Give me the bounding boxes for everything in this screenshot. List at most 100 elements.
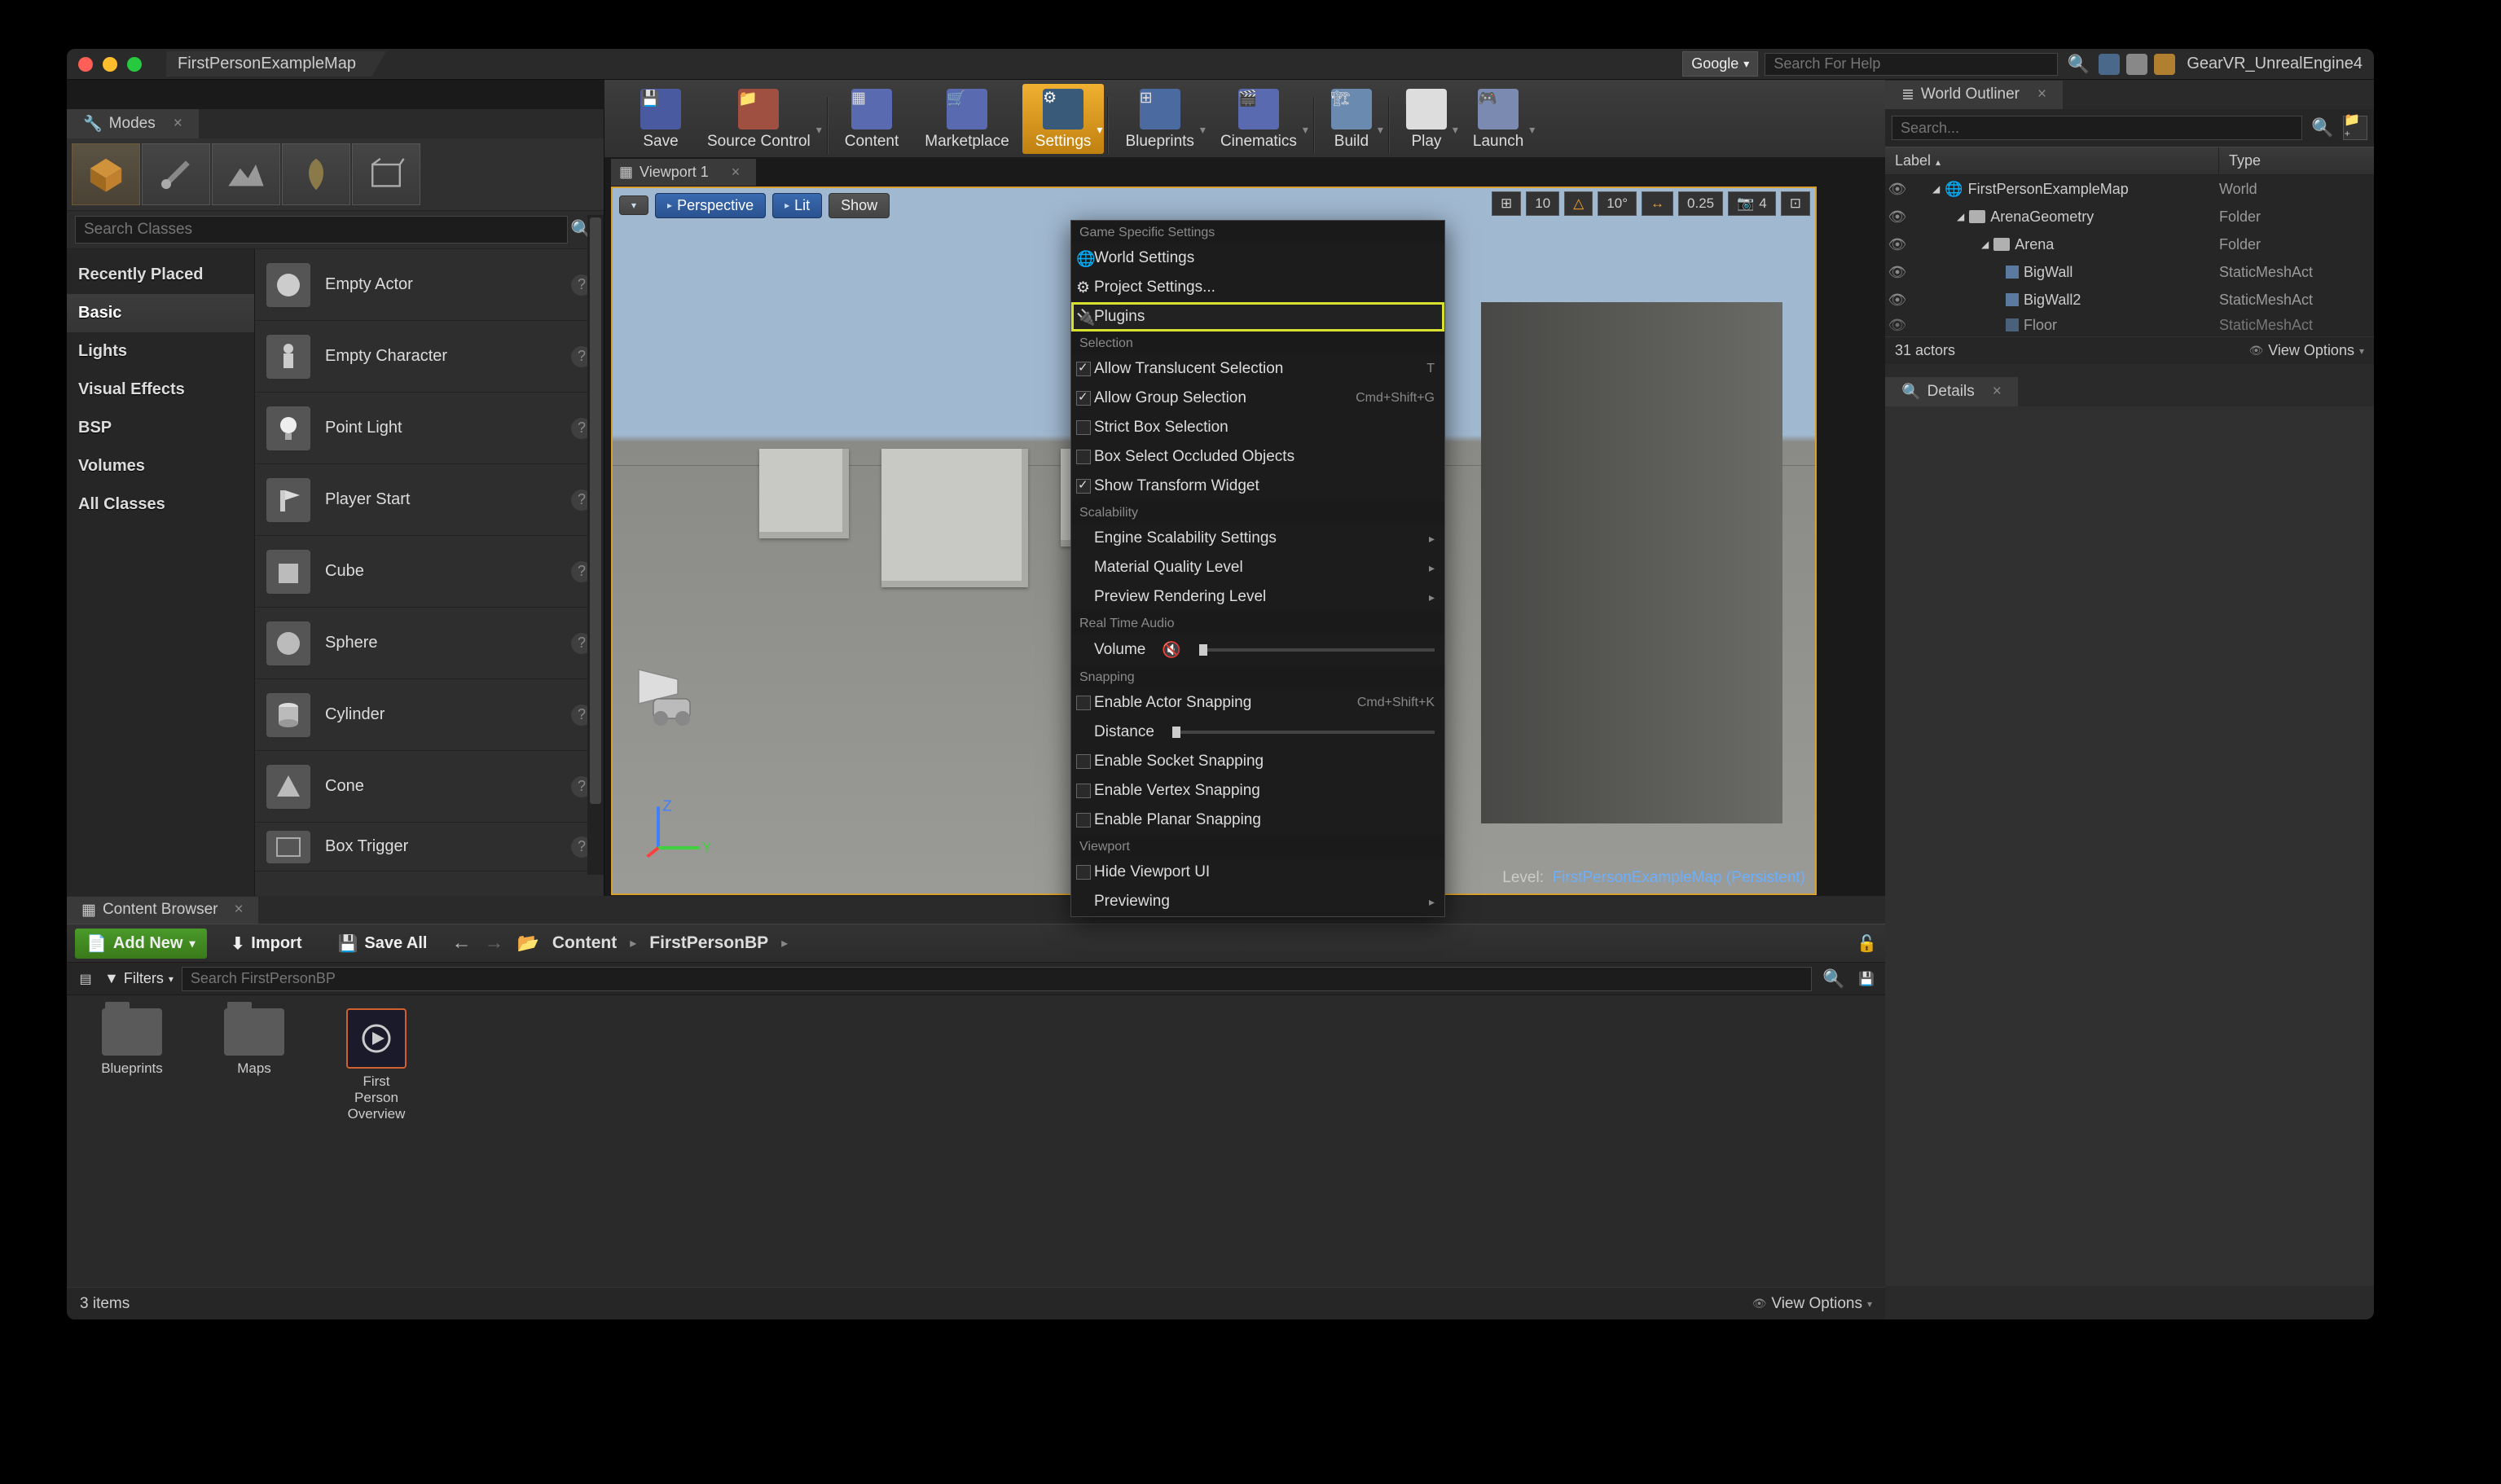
visibility-icon[interactable]: 👁 (1885, 292, 1910, 309)
cat-lights[interactable]: Lights (67, 332, 254, 371)
visibility-icon[interactable]: 👁 (1885, 236, 1910, 253)
outliner-row[interactable]: 👁◢ArenaGeometryFolder (1885, 203, 2374, 231)
actor-empty-character[interactable]: Empty Character? (255, 321, 604, 393)
outliner-row[interactable]: 👁BigWall2StaticMeshAct (1885, 286, 2374, 314)
mode-landscape[interactable] (212, 143, 280, 205)
menu-allow-translucent[interactable]: Allow Translucent SelectionT (1071, 354, 1444, 384)
viewport-perspective[interactable]: ▸Perspective (655, 193, 766, 218)
visibility-icon[interactable]: 👁 (1885, 181, 1910, 198)
menu-plugins[interactable]: 🔌Plugins (1071, 302, 1444, 331)
outliner-row[interactable]: 👁◢ArenaFolder (1885, 231, 2374, 258)
details-tab[interactable]: 🔍 Details × (1885, 377, 2018, 406)
cb-search-input[interactable] (182, 967, 1812, 991)
mode-place[interactable] (72, 143, 140, 205)
menu-allow-group[interactable]: Allow Group SelectionCmd+Shift+G (1071, 384, 1444, 413)
actor-cylinder[interactable]: Cylinder? (255, 679, 604, 751)
blueprints-button[interactable]: ⊞Blueprints▾ (1112, 84, 1207, 154)
expand-icon[interactable]: ◢ (1981, 239, 1989, 250)
outliner-header[interactable]: Label▴ Type (1885, 147, 2374, 175)
close-icon[interactable]: × (732, 164, 741, 181)
outliner-search-input[interactable] (1892, 116, 2302, 140)
breadcrumb-content[interactable]: Content (552, 933, 617, 953)
add-new-button[interactable]: 📄 Add New (75, 929, 207, 959)
source-icon[interactable] (2154, 54, 2175, 75)
viewport-show[interactable]: Show (829, 193, 890, 218)
close-icon[interactable]: × (234, 901, 243, 919)
search-classes-input[interactable] (75, 216, 568, 244)
play-button[interactable]: ▶Play▾ (1393, 84, 1460, 154)
viewport-options[interactable]: ▾ (619, 195, 648, 215)
settings-button[interactable]: ⚙Settings▾ (1022, 84, 1105, 154)
mode-paint[interactable] (142, 143, 210, 205)
view-options-button[interactable]: View Options (2248, 342, 2364, 359)
lock-icon[interactable]: 🔓 (1857, 933, 1877, 954)
minimize-window[interactable] (103, 57, 117, 72)
menu-preview-rendering[interactable]: Preview Rendering Level▸ (1071, 582, 1444, 612)
folder-icon[interactable]: 📂 (516, 933, 538, 954)
outliner-row[interactable]: 👁BigWallStaticMeshAct (1885, 258, 2374, 286)
filters-button[interactable]: ▼ Filters (104, 970, 174, 987)
cat-volumes[interactable]: Volumes (67, 447, 254, 485)
search-icon[interactable]: 🔍 (2064, 50, 2092, 78)
snap-grid-value[interactable]: 10 (1526, 191, 1559, 216)
scrollbar[interactable] (587, 215, 604, 875)
cat-visual-effects[interactable]: Visual Effects (67, 371, 254, 409)
snap-scale-toggle[interactable]: ↔ (1642, 191, 1673, 216)
save-search-icon[interactable]: 💾 (1856, 968, 1877, 990)
actor-sphere[interactable]: Sphere? (255, 608, 604, 679)
menu-engine-scalability[interactable]: Engine Scalability Settings▸ (1071, 524, 1444, 553)
visibility-icon[interactable]: 👁 (1885, 209, 1910, 226)
viewport-lit[interactable]: ▸Lit (772, 193, 822, 218)
outliner-row[interactable]: 👁FloorStaticMeshAct (1885, 314, 2374, 336)
snap-grid-toggle[interactable]: ⊞ (1492, 191, 1521, 216)
save-button[interactable]: 💾Save (627, 84, 694, 154)
expand-icon[interactable]: ◢ (1932, 183, 1940, 195)
actor-point-light[interactable]: Point Light? (255, 393, 604, 464)
breadcrumb-firstpersonbp[interactable]: FirstPersonBP (649, 933, 768, 953)
nav-back[interactable]: ← (451, 932, 471, 955)
actor-player-start[interactable]: Player Start? (255, 464, 604, 536)
search-icon[interactable]: 🔍 (2309, 114, 2336, 142)
sources-toggle[interactable]: ▤ (75, 968, 96, 990)
menu-vertex-snapping[interactable]: Enable Vertex Snapping (1071, 776, 1444, 806)
cat-recently-placed[interactable]: Recently Placed (67, 256, 254, 294)
help-search-input[interactable] (1765, 53, 2058, 76)
import-button[interactable]: ⬇ Import (220, 929, 314, 959)
notify-icon[interactable] (2099, 54, 2120, 75)
snap-angle-toggle[interactable]: △ (1564, 191, 1593, 216)
outliner-tab[interactable]: ≣ World Outliner × (1885, 81, 2063, 109)
actor-cube[interactable]: Cube? (255, 536, 604, 608)
mode-geometry[interactable] (352, 143, 420, 205)
menu-show-transform[interactable]: Show Transform Widget (1071, 472, 1444, 501)
menu-hide-viewport-ui[interactable]: Hide Viewport UI (1071, 858, 1444, 887)
close-icon[interactable]: × (174, 115, 182, 133)
cb-folder-maps[interactable]: Maps (205, 1008, 303, 1122)
cinematics-button[interactable]: 🎬Cinematics▾ (1207, 84, 1310, 154)
menu-project-settings[interactable]: ⚙Project Settings... (1071, 273, 1444, 302)
close-window[interactable] (78, 57, 93, 72)
content-browser-tab[interactable]: ▦ Content Browser × (67, 897, 258, 924)
cb-folder-blueprints[interactable]: Blueprints (83, 1008, 181, 1122)
actor-box-trigger[interactable]: Box Trigger? (255, 823, 604, 872)
marketplace-button[interactable]: 🛒Marketplace (912, 84, 1022, 154)
cat-basic[interactable]: Basic (67, 294, 254, 332)
menu-previewing[interactable]: Previewing▸ (1071, 887, 1444, 916)
modes-tab[interactable]: 🔧 Modes × (67, 109, 199, 138)
menu-box-occluded[interactable]: Box Select Occluded Objects (1071, 442, 1444, 472)
actor-cone[interactable]: Cone? (255, 751, 604, 823)
build-button[interactable]: 🏗Build▾ (1318, 84, 1385, 154)
mode-foliage[interactable] (282, 143, 350, 205)
save-all-button[interactable]: 💾 Save All (326, 929, 438, 959)
menu-planar-snapping[interactable]: Enable Planar Snapping (1071, 806, 1444, 835)
help-search-provider[interactable]: Google (1682, 51, 1758, 77)
content-button[interactable]: ▦Content (832, 84, 912, 154)
visibility-icon[interactable]: 👁 (1885, 317, 1910, 334)
close-icon[interactable]: × (2037, 86, 2046, 103)
view-options-button[interactable]: View Options (1752, 1295, 1872, 1313)
menu-volume[interactable]: Volume🔇 (1071, 634, 1444, 665)
expand-icon[interactable]: ◢ (1957, 211, 1964, 222)
visibility-icon[interactable]: 👁 (1885, 264, 1910, 281)
cat-all-classes[interactable]: All Classes (67, 485, 254, 524)
viewport-tab[interactable]: ▦ Viewport 1 × (611, 159, 756, 186)
snap-angle-value[interactable]: 10° (1598, 191, 1637, 216)
